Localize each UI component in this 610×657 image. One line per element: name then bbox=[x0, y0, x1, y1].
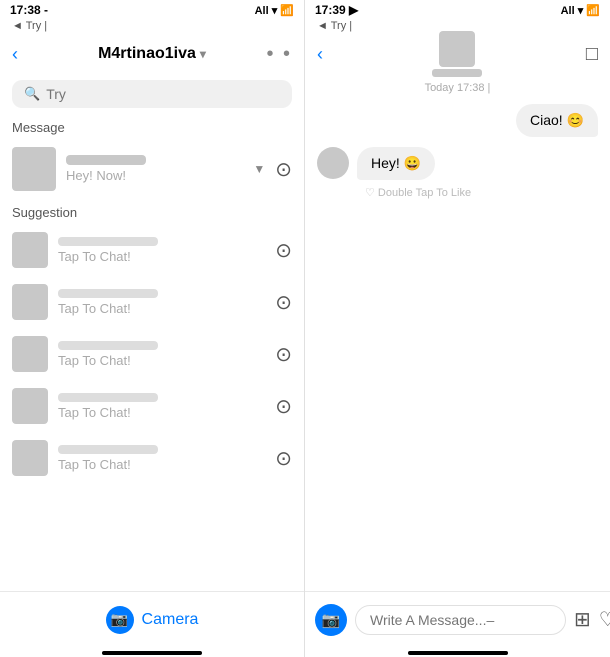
left-status-icons: All ▾ 📶 bbox=[255, 4, 294, 17]
left-time: 17:38 - bbox=[10, 3, 48, 17]
heart-icon[interactable]: ♡ bbox=[599, 607, 610, 632]
camera-icon-suggestion-3[interactable]: ⊙ bbox=[275, 342, 292, 367]
contact-name-bar bbox=[58, 393, 158, 402]
right-avatar bbox=[439, 31, 475, 67]
search-input[interactable] bbox=[46, 86, 280, 102]
avatar bbox=[12, 284, 48, 320]
double-tap-hint: ♡ Double Tap To Like bbox=[365, 186, 598, 199]
suggestion-text-3: Tap To Chat! bbox=[58, 353, 265, 368]
contact-name-bar bbox=[58, 237, 158, 246]
chat-bubble-right: Ciao! 😊 bbox=[516, 104, 598, 137]
contact-name-bar bbox=[58, 445, 158, 454]
right-header-center[interactable] bbox=[329, 31, 586, 77]
contact-info: Tap To Chat! bbox=[58, 289, 265, 316]
camera-icon-suggestion-4[interactable]: ⊙ bbox=[275, 394, 292, 419]
avatar bbox=[12, 232, 48, 268]
contact-sub-text: Hey! Now! bbox=[66, 168, 243, 183]
gallery-icon[interactable]: ⊞ bbox=[574, 607, 591, 632]
chat-bubble-left: Hey! 😀 bbox=[317, 147, 598, 180]
home-indicator-right bbox=[408, 651, 508, 655]
camera-label: Camera bbox=[142, 611, 199, 629]
camera-blue-button[interactable]: 📷 bbox=[106, 606, 134, 634]
avatar bbox=[12, 336, 48, 372]
chat-timestamp: Today 17:38 | bbox=[317, 82, 598, 94]
right-status-bar: 17:39 ▶ All ▾ 📶 bbox=[305, 0, 610, 20]
contact-name-bar bbox=[66, 155, 146, 165]
contact-info: Tap To Chat! bbox=[58, 393, 265, 420]
right-time: 17:39 ▶ bbox=[315, 3, 358, 17]
message-section-label: Message bbox=[0, 114, 304, 139]
suggestion-row-1[interactable]: Tap To Chat! ⊙ bbox=[0, 224, 304, 276]
camera-icon-suggestion-1[interactable]: ⊙ bbox=[275, 238, 292, 263]
suggestion-row-3[interactable]: Tap To Chat! ⊙ bbox=[0, 328, 304, 380]
right-header: ‹ □ bbox=[305, 34, 610, 74]
camera-icon-suggestion-2[interactable]: ⊙ bbox=[275, 290, 292, 315]
left-title[interactable]: M4rtinao1iva ▾ bbox=[98, 45, 206, 63]
home-indicator bbox=[102, 651, 202, 655]
right-bottom-bar: 📷 ⊞ ♡ bbox=[305, 591, 610, 647]
title-chevron-icon: ▾ bbox=[200, 47, 206, 61]
contact-info: Tap To Chat! bbox=[58, 237, 265, 264]
suggestion-text-1: Tap To Chat! bbox=[58, 249, 265, 264]
left-chat-content: Hey! 😀 bbox=[357, 147, 435, 180]
video-icon[interactable]: □ bbox=[586, 43, 598, 66]
contact-info: Tap To Chat! bbox=[58, 341, 265, 368]
contact-info: Tap To Chat! bbox=[58, 445, 265, 472]
right-header-icons: □ bbox=[586, 43, 598, 66]
avatar bbox=[12, 440, 48, 476]
avatar bbox=[12, 388, 48, 424]
left-header: ‹ M4rtinao1iva ▾ • • bbox=[0, 34, 304, 74]
message-contact-row[interactable]: Hey! Now! ▼ ⊙ bbox=[0, 139, 304, 199]
suggestion-text-5: Tap To Chat! bbox=[58, 457, 265, 472]
contact-info: Hey! Now! bbox=[66, 155, 243, 183]
chat-messages: Today 17:38 | Ciao! 😊 Hey! 😀 ♡ Double Ta… bbox=[317, 82, 598, 583]
right-back-button[interactable]: ‹ bbox=[317, 44, 323, 65]
message-input[interactable] bbox=[355, 605, 566, 635]
left-status-bar: 17:38 - All ▾ 📶 bbox=[0, 0, 304, 20]
right-panel: 17:39 ▶ All ▾ 📶 ◄ Try | ‹ □ Today 17:38 … bbox=[305, 0, 610, 657]
more-options-button[interactable]: • • bbox=[266, 43, 292, 66]
camera-icon-message[interactable]: ⊙ bbox=[275, 157, 292, 182]
contact-name-bar bbox=[58, 341, 158, 350]
search-bar: 🔍 bbox=[12, 80, 292, 108]
right-username-bar bbox=[432, 69, 482, 77]
camera-icon-suggestion-5[interactable]: ⊙ bbox=[275, 446, 292, 471]
contact-name-bar bbox=[58, 289, 158, 298]
camera-icon: 📷 bbox=[111, 611, 128, 628]
left-bottom-bar: 📷 Camera bbox=[0, 591, 304, 647]
search-icon: 🔍 bbox=[24, 86, 40, 102]
chat-area: Today 17:38 | Ciao! 😊 Hey! 😀 ♡ Double Ta… bbox=[305, 74, 610, 591]
suggestion-text-4: Tap To Chat! bbox=[58, 405, 265, 420]
left-panel: 17:38 - All ▾ 📶 ◄ Try | ‹ M4rtinao1iva ▾… bbox=[0, 0, 305, 657]
camera-button-right[interactable]: 📷 bbox=[315, 604, 347, 636]
suggestion-row-5[interactable]: Tap To Chat! ⊙ bbox=[0, 432, 304, 484]
left-back-button[interactable]: ‹ bbox=[12, 44, 18, 65]
left-try-label: ◄ Try | bbox=[0, 20, 304, 34]
right-status-icons: All ▾ 📶 bbox=[561, 4, 600, 17]
suggestion-section-label: Suggestion bbox=[0, 199, 304, 224]
suggestion-row-4[interactable]: Tap To Chat! ⊙ bbox=[0, 380, 304, 432]
suggestion-row-2[interactable]: Tap To Chat! ⊙ bbox=[0, 276, 304, 328]
camera-icon-right: 📷 bbox=[322, 611, 341, 629]
left-chat-avatar bbox=[317, 147, 349, 179]
dropdown-arrow-icon: ▼ bbox=[253, 162, 265, 176]
avatar bbox=[12, 147, 56, 191]
suggestion-text-2: Tap To Chat! bbox=[58, 301, 265, 316]
